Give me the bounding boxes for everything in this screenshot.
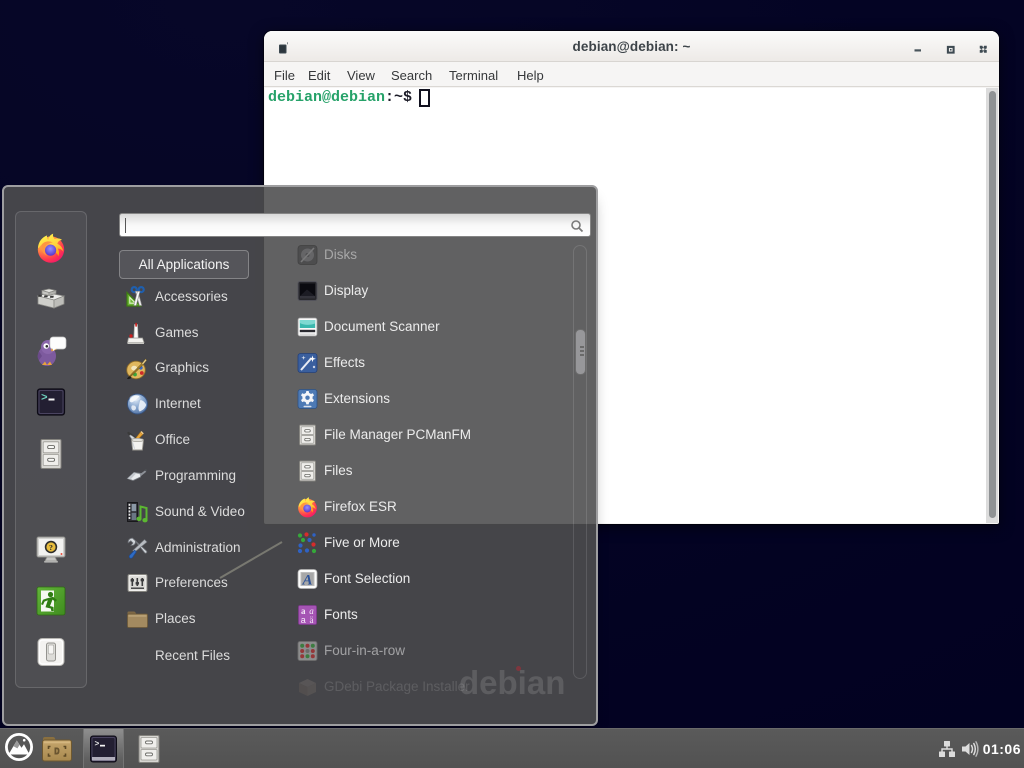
svg-text:>: > [95,740,100,749]
svg-text:ä: ä [310,615,314,625]
svg-text:?: ? [49,543,53,552]
svg-text:a: a [301,615,306,625]
svg-text:A: A [301,573,312,589]
svg-text:>: > [41,393,48,405]
